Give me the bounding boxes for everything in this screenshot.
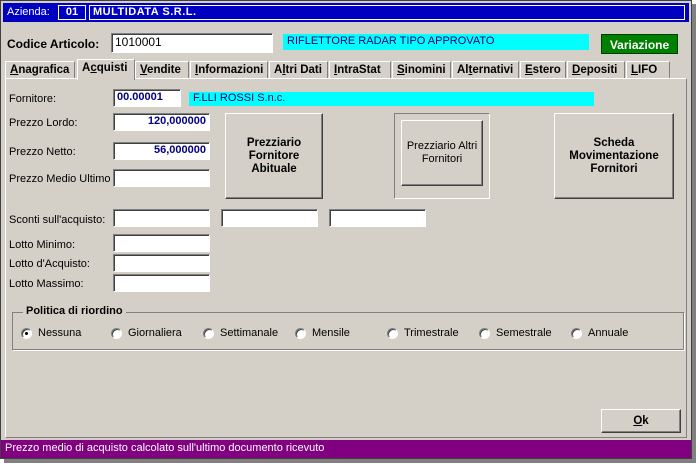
azienda-label: Azienda: bbox=[7, 6, 50, 18]
mode-badge: Variazione bbox=[601, 34, 678, 54]
radio-unchecked-icon bbox=[387, 327, 398, 339]
azienda-name: MULTIDATA S.R.L. bbox=[89, 5, 685, 20]
lotto-massimo-label: Lotto Massimo: bbox=[9, 278, 84, 290]
fornitore-code-input[interactable]: 00.00001 bbox=[113, 89, 181, 107]
tab-anagrafica[interactable]: Anagrafica bbox=[5, 61, 75, 79]
scheda-movimentazione-fornitori-button[interactable]: Scheda Movimentazione Fornitori bbox=[554, 113, 674, 199]
acquisti-panel: Fornitore: 00.00001 F.LLI ROSSI S.n.c. P… bbox=[5, 78, 687, 438]
article-description: RIFLETTORE RADAR TIPO APPROVATO bbox=[283, 34, 589, 50]
lotto-acquisto-input[interactable] bbox=[113, 254, 210, 272]
prezzo-lordo-input[interactable]: 120,000000 bbox=[113, 113, 210, 131]
sconto-1-input[interactable] bbox=[113, 209, 210, 227]
radio-settimanale[interactable]: Settimanale bbox=[203, 327, 278, 339]
politica-riordino-title: Politica di riordino bbox=[23, 305, 126, 317]
tab-acquisti[interactable]: Acquisti bbox=[77, 59, 135, 80]
prezzo-medio-label: Prezzo Medio Ultimo bbox=[9, 173, 111, 185]
tab-depositi[interactable]: Depositi bbox=[567, 61, 625, 79]
radio-annuale[interactable]: Annuale bbox=[571, 327, 628, 339]
radio-giornaliera[interactable]: Giornaliera bbox=[111, 327, 182, 339]
prezzo-medio-input[interactable] bbox=[113, 169, 210, 187]
politica-riordino-group: Politica di riordino Nessuna Giornaliera… bbox=[12, 305, 684, 350]
sconto-2-input[interactable] bbox=[221, 209, 318, 227]
fornitore-label: Fornitore: bbox=[9, 93, 57, 105]
prezzo-lordo-label: Prezzo Lordo: bbox=[9, 117, 78, 129]
sconto-3-input[interactable] bbox=[329, 209, 426, 227]
tab-lifo[interactable]: LIFO bbox=[626, 61, 670, 79]
tab-alternativi[interactable]: Alternativi bbox=[452, 61, 519, 79]
radio-unchecked-icon bbox=[295, 327, 306, 339]
prezzo-netto-input[interactable]: 56,000000 bbox=[113, 142, 210, 160]
article-window: Azienda: 01 MULTIDATA S.R.L. Codice Arti… bbox=[0, 0, 692, 459]
radio-unchecked-icon bbox=[571, 327, 582, 339]
azienda-code: 01 bbox=[58, 5, 86, 20]
azienda-bar: Azienda: 01 MULTIDATA S.R.L. bbox=[3, 3, 689, 22]
lotto-minimo-label: Lotto Minimo: bbox=[9, 239, 76, 251]
codice-articolo-input[interactable]: 1010001 bbox=[111, 33, 273, 53]
radio-trimestrale[interactable]: Trimestrale bbox=[387, 327, 459, 339]
lotto-acquisto-label: Lotto d'Acquisto: bbox=[9, 258, 90, 270]
tab-estero[interactable]: Estero bbox=[520, 61, 566, 79]
tab-vendite[interactable]: Vendite bbox=[135, 61, 189, 79]
fornitore-name: F.LLI ROSSI S.n.c. bbox=[189, 92, 594, 106]
tab-informazioni[interactable]: Informazioni bbox=[190, 61, 268, 79]
prezziario-altri-fornitori-button[interactable]: Prezziario Altri Fornitori bbox=[401, 120, 483, 186]
radio-nessuna[interactable]: Nessuna bbox=[21, 327, 81, 339]
status-bar: Prezzo medio di acquisto calcolato sull'… bbox=[1, 440, 691, 458]
prezziario-fornitore-abituale-button[interactable]: Prezziario Fornitore Abituale bbox=[225, 113, 323, 199]
sconti-label: Sconti sull'acquisto: bbox=[9, 214, 106, 226]
ok-button[interactable]: Ok bbox=[601, 409, 681, 433]
radio-semestrale[interactable]: Semestrale bbox=[479, 327, 552, 339]
radio-unchecked-icon bbox=[203, 327, 214, 339]
codice-articolo-label: Codice Articolo: bbox=[7, 37, 100, 51]
tab-sinonimi[interactable]: Sinomini bbox=[392, 61, 451, 79]
radio-unchecked-icon bbox=[111, 327, 122, 339]
radio-checked-icon bbox=[21, 327, 32, 339]
tab-intrastat[interactable]: IntraStat bbox=[329, 61, 391, 79]
prezziario-altri-frame: Prezziario Altri Fornitori bbox=[394, 113, 490, 199]
radio-unchecked-icon bbox=[479, 327, 490, 339]
lotto-massimo-input[interactable] bbox=[113, 274, 210, 292]
radio-mensile[interactable]: Mensile bbox=[295, 327, 350, 339]
tab-altri-dati[interactable]: Altri Dati bbox=[269, 61, 328, 79]
lotto-minimo-input[interactable] bbox=[113, 234, 210, 252]
prezzo-netto-label: Prezzo Netto: bbox=[9, 146, 76, 158]
